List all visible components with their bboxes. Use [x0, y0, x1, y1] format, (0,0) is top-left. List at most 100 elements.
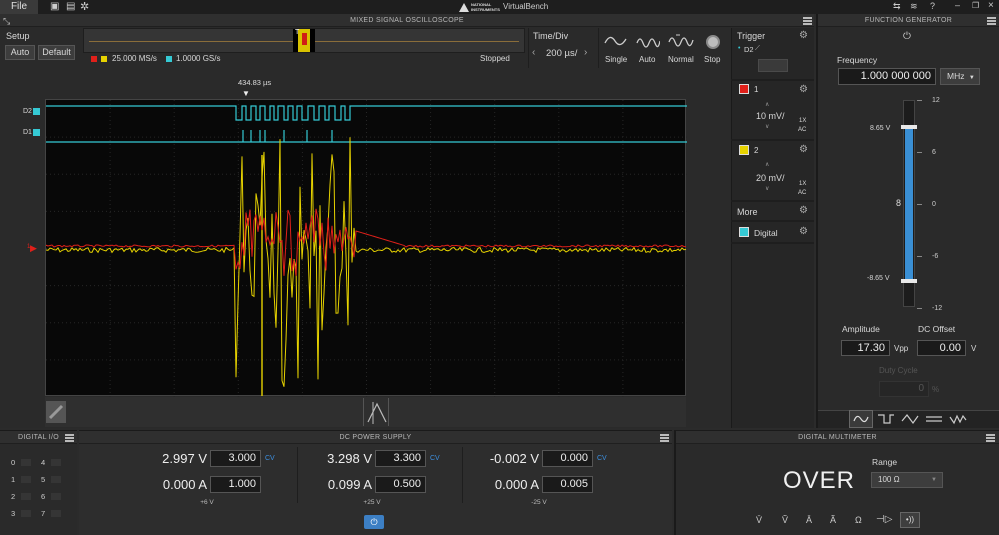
single-mode-button[interactable]: Single: [605, 55, 627, 64]
save-icon[interactable]: ▤: [66, 1, 75, 12]
trigger-source[interactable]: D2: [744, 45, 754, 54]
measured-voltage: -0.002 V: [489, 451, 539, 466]
ch1-scale[interactable]: 10 mV/: [756, 111, 785, 121]
analog-sample-rate: 25.000 MS/s: [112, 54, 157, 63]
supply-channel-label: +25 V: [363, 499, 381, 506]
voltage-setpoint-input[interactable]: 3.300: [375, 450, 426, 467]
dio-line-state[interactable]: [51, 476, 61, 483]
current-limit-input[interactable]: 0.005: [542, 476, 593, 493]
overview-strip[interactable]: [83, 28, 525, 53]
dmm-range-select[interactable]: 100 Ω ▼: [871, 472, 943, 488]
fgen-power-icon[interactable]: ⏻: [903, 31, 911, 42]
frequency-input[interactable]: 1.000 000 000: [838, 68, 936, 85]
amplitude-input[interactable]: 17.30: [841, 340, 890, 356]
ch1-settings-icon[interactable]: ⚙: [799, 84, 808, 95]
dc-wave-icon[interactable]: [923, 411, 945, 430]
timediv-increase-icon[interactable]: ›: [584, 47, 587, 58]
timediv-decrease-icon[interactable]: ‹: [532, 47, 535, 58]
close-icon[interactable]: ×: [988, 0, 994, 11]
ch2-scale[interactable]: 20 mV/: [756, 173, 785, 183]
minimize-icon[interactable]: –: [955, 0, 960, 10]
overview-trigger-icon: T: [295, 29, 300, 36]
offset-unit: V: [971, 344, 977, 353]
dc-voltage-icon[interactable]: V̄: [756, 515, 762, 525]
scale-tick-label: 6: [932, 149, 936, 156]
settings-icon[interactable]: ✲: [80, 0, 89, 13]
dio-line-state[interactable]: [21, 510, 31, 517]
camera-icon[interactable]: ▣: [50, 1, 59, 12]
ch2-settings-icon[interactable]: ⚙: [799, 144, 808, 155]
fgen-menu-icon[interactable]: [987, 17, 996, 25]
voltage-setpoint-input[interactable]: 0.000: [542, 450, 593, 467]
ch2-enable-checkbox[interactable]: [739, 145, 749, 155]
normal-mode-icon[interactable]: [668, 33, 694, 52]
single-mode-icon[interactable]: [604, 33, 628, 52]
more-settings-icon[interactable]: ⚙: [799, 205, 808, 216]
link-icon[interactable]: 8: [896, 198, 901, 208]
voltage-setpoint-input[interactable]: 3.000: [210, 450, 261, 467]
arbitrary-wave-icon[interactable]: [947, 411, 969, 430]
ac-current-icon[interactable]: Ã: [830, 515, 836, 525]
file-menu[interactable]: File: [0, 0, 38, 14]
resistance-icon[interactable]: Ω: [855, 515, 862, 525]
ch1-scale-down-icon[interactable]: ∨: [765, 123, 769, 130]
timediv-value[interactable]: 200 µs/: [546, 48, 577, 59]
default-setup-button[interactable]: Default: [38, 45, 75, 60]
auto-mode-icon[interactable]: [636, 33, 661, 52]
normal-mode-button[interactable]: Normal: [668, 55, 694, 64]
measure-tool-icon[interactable]: [46, 401, 66, 423]
restore-icon[interactable]: ❐: [972, 1, 979, 10]
expand-icon[interactable]: ⤡: [3, 16, 10, 27]
continuity-icon[interactable]: •)): [900, 512, 920, 528]
stop-icon[interactable]: [706, 35, 720, 49]
auto-setup-button[interactable]: Auto: [5, 45, 35, 60]
dio-line-state[interactable]: [21, 476, 31, 483]
scale-tick-label: -12: [932, 305, 943, 312]
dio-line-state[interactable]: [51, 510, 61, 517]
digital-settings-icon[interactable]: ⚙: [799, 226, 808, 237]
dio-line-state[interactable]: [51, 493, 61, 500]
ch1-swatch: [91, 56, 97, 62]
ch1-enable-checkbox[interactable]: [739, 84, 749, 94]
scale-tick-label: 0: [932, 201, 936, 208]
help-icon[interactable]: ?: [930, 1, 935, 11]
offset-input[interactable]: 0.00: [917, 340, 966, 356]
scope-menu-icon[interactable]: [803, 17, 812, 25]
trigger-settings-icon[interactable]: ⚙: [799, 30, 808, 41]
ch1-ground-marker[interactable]: ▶: [30, 243, 37, 254]
scale-tick-label: 12: [932, 97, 940, 104]
auto-mode-button[interactable]: Auto: [639, 55, 655, 64]
ch2-number: 2: [754, 146, 759, 155]
ch2-scale-down-icon[interactable]: ∨: [765, 185, 769, 192]
digital-enable-checkbox[interactable]: [739, 227, 749, 237]
ch2-scale-up-icon[interactable]: ∧: [765, 161, 769, 168]
dmm-menu-icon[interactable]: [986, 434, 995, 442]
frequency-unit: MHz: [947, 71, 965, 81]
triangle-wave-icon[interactable]: [899, 411, 921, 430]
trigger-position-marker[interactable]: ▼: [242, 89, 250, 98]
ch1-scale-up-icon[interactable]: ∧: [765, 101, 769, 108]
power-output-enable-button[interactable]: ⏻: [364, 515, 384, 529]
amplitude-high-handle[interactable]: [901, 125, 917, 129]
dc-current-icon[interactable]: Ā: [806, 515, 812, 525]
force-trigger-button[interactable]: [758, 59, 788, 72]
dio-line-state[interactable]: [51, 459, 61, 466]
amplitude-low-handle[interactable]: [901, 279, 917, 283]
sine-wave-button[interactable]: [849, 410, 873, 428]
dio-line-state[interactable]: [21, 459, 31, 466]
cursors-icon[interactable]: [363, 398, 389, 426]
ac-voltage-icon[interactable]: Ṽ: [782, 515, 788, 525]
dio-menu-icon[interactable]: [65, 434, 74, 442]
ch1-probe: 1X: [799, 118, 807, 124]
square-wave-icon[interactable]: [875, 411, 897, 430]
diode-icon[interactable]: ⊣▷: [876, 514, 892, 525]
current-limit-input[interactable]: 0.500: [375, 476, 426, 493]
dio-line-label: 7: [41, 509, 46, 518]
power-menu-icon[interactable]: [660, 434, 669, 442]
current-limit-input[interactable]: 1.000: [210, 476, 261, 493]
frequency-unit-select[interactable]: MHz ▼: [940, 68, 980, 85]
waveform-display[interactable]: [45, 99, 687, 397]
dropdown-icon: ▼: [968, 75, 975, 81]
dio-line-state[interactable]: [21, 493, 31, 500]
stop-button[interactable]: Stop: [704, 55, 720, 64]
